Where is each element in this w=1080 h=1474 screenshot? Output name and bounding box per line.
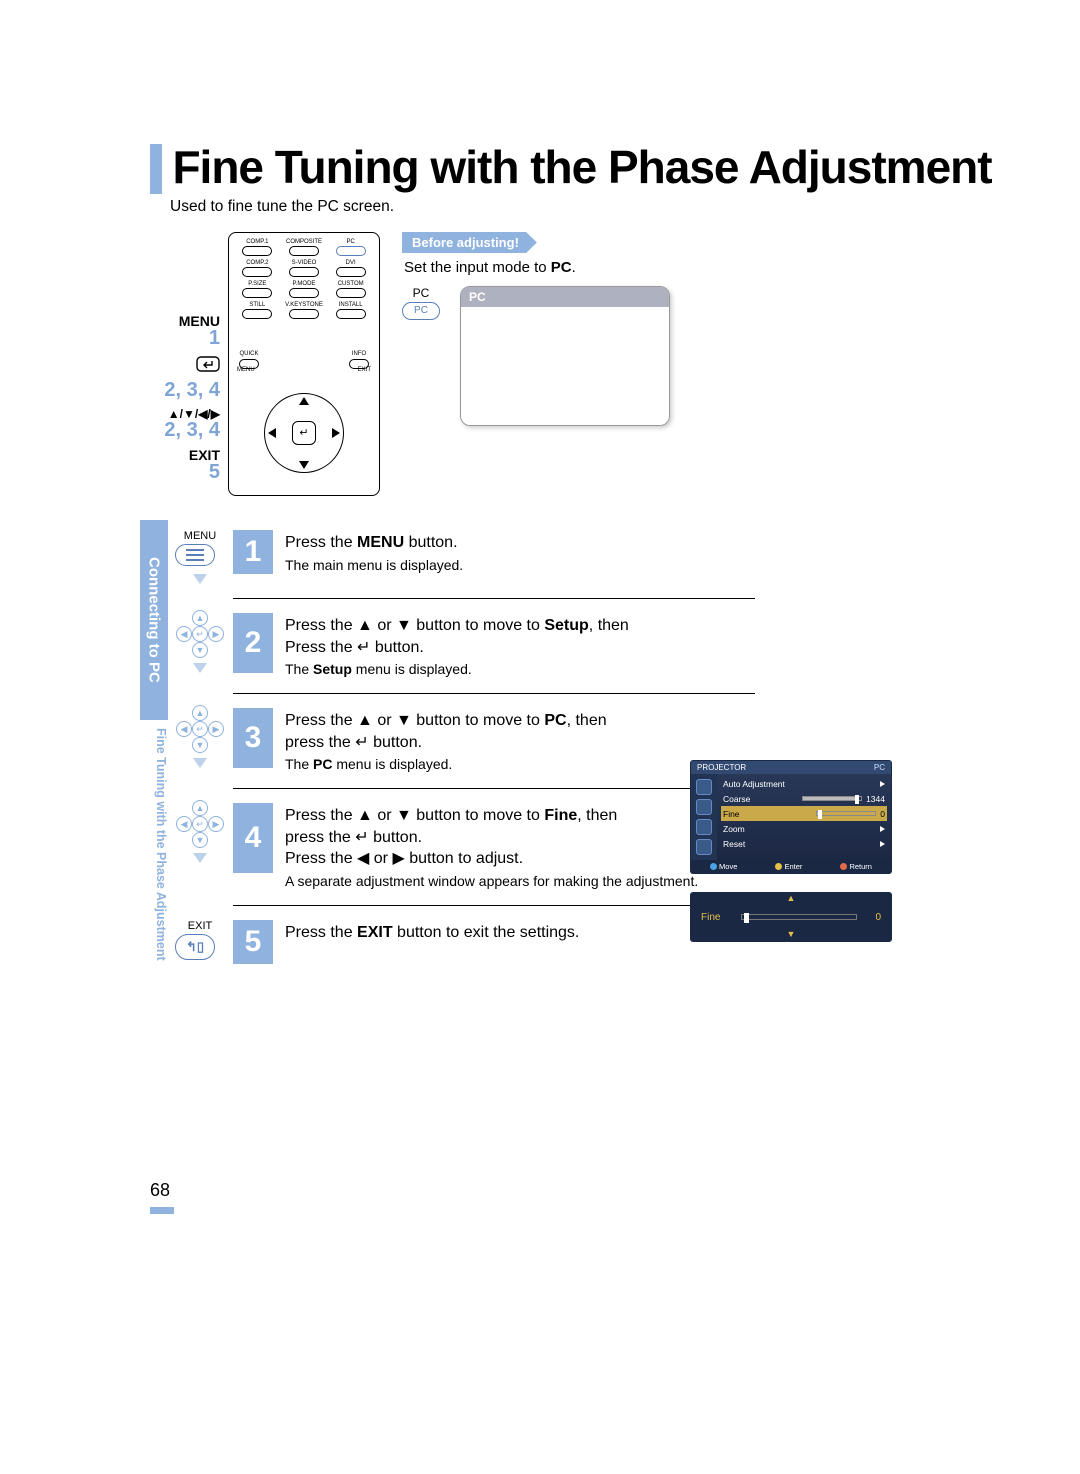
step5-line1: Press the EXIT button to exit the settin… — [285, 922, 579, 944]
osd-slider-track — [741, 914, 857, 920]
remote-top-button: P.SIZE — [237, 281, 278, 298]
step-3: ▲▼◀▶↵ 3 Press the ▲ or ▼ button to move … — [175, 708, 755, 774]
remote-top-button: P.MODE — [284, 281, 325, 298]
osd-footer-item: Return — [840, 862, 872, 871]
osd-footer-item: Enter — [775, 862, 802, 871]
osd-row: Fine0 — [721, 806, 887, 821]
step1-icon-label: MENU — [175, 530, 225, 542]
remote-info-label: INFO — [349, 351, 369, 357]
remote-step-labels: MENU 1 2, 3, 4 ▲/▼/◀/▶ 2, 3, 4 EXIT 5 — [150, 232, 220, 490]
step-1: MENU 1 Press the MENU button. The main m… — [175, 530, 755, 584]
step-number: 1 — [233, 530, 273, 574]
label-menu-step: 1 — [150, 328, 220, 348]
remote-top-button: COMP.2 — [237, 260, 278, 277]
step-4: ▲▼◀▶↵ 4 Press the ▲ or ▼ button to move … — [175, 803, 755, 891]
step3-sub: The PC menu is displayed. — [285, 755, 607, 774]
osd-row: Auto Adjustment — [721, 776, 887, 791]
page-subtitle: Used to fine tune the PC screen. — [170, 198, 1000, 216]
osd-pc-menu: PROJECTOR PC Auto AdjustmentCoarse1344Fi… — [690, 760, 892, 874]
remote-top-button: S-VIDEO — [284, 260, 325, 277]
remote-top-button: DVI — [330, 260, 371, 277]
step3-line1: Press the ▲ or ▼ button to move to PC, t… — [285, 710, 607, 732]
label-arrows-step: 2, 3, 4 — [150, 420, 220, 440]
nav-pad-icon: ▲▼◀▶↵ — [179, 708, 221, 750]
remote-dpad: ↵ — [254, 383, 354, 483]
step4-line2: press the ↵ button. — [285, 827, 698, 849]
remote-top-button: V.KEYSTONE — [284, 302, 325, 319]
before-adjusting-box: Before adjusting! Set the input mode to … — [402, 232, 688, 426]
remote-arc-menu: MENU — [237, 367, 255, 373]
remote-top-button: COMPOSITE — [284, 239, 325, 256]
step4-line1: Press the ▲ or ▼ button to move to Fine,… — [285, 805, 698, 827]
remote-control-illustration: COMP.1 COMPOSITE PC COMP.2 S-VIDEO DVI P.SIZE P… — [228, 232, 380, 496]
nav-pad-icon: ▲▼◀▶↵ — [179, 803, 221, 845]
osd-footer-item: Move — [710, 862, 737, 871]
remote-top-button: INSTALL — [330, 302, 371, 319]
step2-line1: Press the ▲ or ▼ button to move to Setup… — [285, 615, 629, 637]
step-number: 5 — [233, 920, 273, 964]
pc-screen-header: PC — [461, 287, 669, 307]
label-exit: EXIT — [150, 448, 220, 462]
label-enter-step: 2, 3, 4 — [150, 380, 220, 400]
step2-line2: Press the ↵ button. — [285, 637, 629, 659]
step-number: 4 — [233, 803, 273, 873]
down-arrow-icon — [193, 574, 207, 584]
step-number: 3 — [233, 708, 273, 768]
page-title: Fine Tuning with the Phase Adjustment — [150, 140, 1000, 194]
steps-list: MENU 1 Press the MENU button. The main m… — [175, 530, 755, 992]
remote-quick-label: QUICK — [239, 351, 259, 357]
menu-button-icon — [175, 544, 215, 566]
osd-fine-slider: ▲ Fine 0 ▼ — [690, 892, 892, 942]
pc-input-button-icon: PC PC — [402, 286, 440, 320]
osd-row: Reset — [721, 836, 887, 851]
down-arrow-icon — [193, 758, 207, 768]
step5-icon-label: EXIT — [175, 920, 225, 932]
enter-icon — [196, 356, 220, 372]
osd-title-left: PROJECTOR — [697, 763, 746, 772]
step-2: ▲▼◀▶↵ 2 Press the ▲ or ▼ button to move … — [175, 613, 755, 679]
remote-top-button: STILL — [237, 302, 278, 319]
step4-sub: A separate adjustment window appears for… — [285, 872, 698, 891]
before-adjusting-tag: Before adjusting! — [402, 232, 537, 253]
osd-row: Zoom — [721, 821, 887, 836]
top-diagram: MENU 1 2, 3, 4 ▲/▼/◀/▶ 2, 3, 4 EXIT 5 CO… — [150, 232, 1000, 496]
osd-slider-value: 0 — [857, 912, 881, 923]
step-5: EXIT ↰▯ 5 Press the EXIT button to exit … — [175, 920, 755, 964]
before-adjusting-text: Set the input mode to PC. — [404, 259, 688, 276]
step1-sub: The main menu is displayed. — [285, 556, 463, 575]
step3-line2: press the ↵ button. — [285, 732, 607, 754]
osd-slider-label: Fine — [701, 912, 741, 923]
pc-screen-preview: PC — [460, 286, 670, 426]
step2-sub: The Setup menu is displayed. — [285, 660, 629, 679]
side-tab: Connecting to PC Fine Tuning with the Ph… — [140, 520, 168, 1000]
label-menu: MENU — [150, 314, 220, 328]
nav-pad-icon: ▲▼◀▶↵ — [179, 613, 221, 655]
remote-top-button: PC — [330, 239, 371, 256]
title-accent-bar — [150, 144, 162, 194]
remote-top-button: COMP.1 — [237, 239, 278, 256]
step4-line3: Press the ◀ or ▶ button to adjust. — [285, 848, 698, 870]
side-tab-section: Connecting to PC — [140, 520, 168, 720]
label-exit-step: 5 — [150, 462, 220, 482]
osd-title-right: PC — [874, 763, 885, 772]
exit-button-icon: ↰▯ — [175, 934, 215, 960]
osd-row: Coarse1344 — [721, 791, 887, 806]
down-arrow-icon — [193, 663, 207, 673]
down-arrow-icon — [193, 853, 207, 863]
step-number: 2 — [233, 613, 273, 673]
side-tab-topic: Fine Tuning with the Phase Adjustment — [140, 720, 168, 1000]
page-number: 68 — [150, 1180, 174, 1214]
remote-arc-exit: EXIT — [358, 367, 371, 373]
step1-line1: Press the MENU button. — [285, 532, 463, 554]
remote-top-button: CUSTOM — [330, 281, 371, 298]
osd-sidebar-icons — [691, 774, 717, 860]
